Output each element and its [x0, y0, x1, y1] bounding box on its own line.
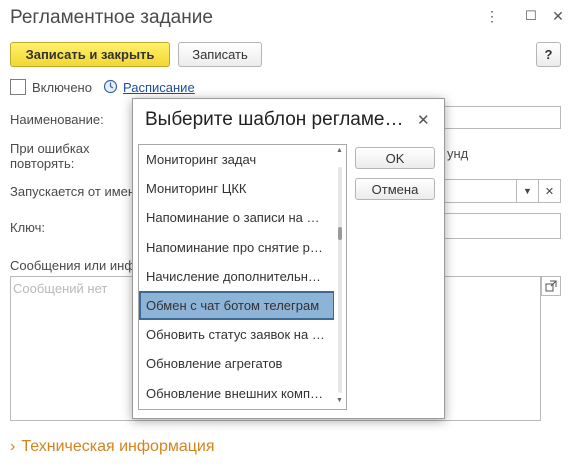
list-item[interactable]: Напоминание про снятие р…	[139, 233, 335, 262]
run-as-label: Запускается от имен	[10, 184, 136, 199]
enabled-checkbox[interactable]	[10, 79, 26, 95]
template-list[interactable]: Мониторинг задач Мониторинг ЦКК Напоминани…	[138, 144, 347, 410]
name-input[interactable]	[440, 106, 561, 129]
scroll-thumb[interactable]	[338, 226, 342, 240]
ok-button[interactable]: OK	[355, 147, 435, 169]
chevron-right-icon: ›	[10, 438, 16, 455]
scroll-down-icon[interactable]: ▼	[336, 397, 343, 404]
run-as-input[interactable]	[440, 179, 517, 203]
list-item[interactable]: Мониторинг ЦКК	[139, 174, 335, 203]
retry-label-line1: При ошибках	[10, 141, 90, 156]
list-item[interactable]: Обновить статус заявок на …	[139, 320, 335, 349]
key-label: Ключ:	[10, 220, 46, 235]
key-input[interactable]	[440, 213, 561, 239]
run-as-clear-icon[interactable]: ✕	[538, 179, 561, 203]
save-button[interactable]: Записать	[178, 42, 262, 67]
scroll-up-icon[interactable]: ▲	[336, 147, 343, 154]
messages-placeholder: Сообщений нет	[13, 281, 108, 296]
enabled-label: Включено	[32, 80, 92, 95]
maximize-icon[interactable]: ☐	[523, 8, 539, 24]
messages-label: Сообщения или инф	[10, 258, 136, 273]
scroll-track	[338, 167, 342, 393]
list-item[interactable]: Мониторинг задач	[139, 145, 335, 174]
retry-seconds-suffix: унд	[447, 146, 469, 161]
list-item[interactable]: Начисление дополнительн…	[139, 262, 335, 291]
retry-label-line2: повторять:	[10, 156, 75, 171]
dialog-title: Выберите шаблон регламе…	[145, 109, 404, 130]
list-scrollbar[interactable]: ▲ ▼	[334, 145, 346, 409]
list-item[interactable]: Обновление внешних комп…	[139, 379, 335, 408]
retry-label: При ошибках повторять:	[10, 141, 90, 171]
help-button[interactable]: ?	[536, 42, 561, 67]
clock-icon[interactable]	[103, 79, 118, 94]
tech-info-section[interactable]: › Техническая информация	[10, 438, 215, 456]
list-item[interactable]: Обновление агрегатов	[139, 349, 335, 378]
tech-info-label: Техническая информация	[21, 438, 215, 455]
run-as-dropdown-icon[interactable]: ▼	[516, 179, 539, 203]
close-window-icon[interactable]: ✕	[550, 8, 566, 24]
name-label: Наименование:	[10, 112, 104, 127]
save-and-close-button[interactable]: Записать и закрыть	[10, 42, 170, 67]
open-messages-icon[interactable]	[541, 276, 561, 296]
window-title: Регламентное задание	[10, 7, 213, 28]
list-item-selected[interactable]: Обмен с чат ботом телеграм	[139, 291, 335, 320]
more-actions-icon[interactable]: ⋮	[484, 8, 500, 24]
schedule-link[interactable]: Расписание	[123, 80, 195, 95]
list-item[interactable]: Напоминание о записи на …	[139, 203, 335, 232]
dialog-close-icon[interactable]: ✕	[417, 111, 430, 129]
cancel-button[interactable]: Отмена	[355, 178, 435, 200]
